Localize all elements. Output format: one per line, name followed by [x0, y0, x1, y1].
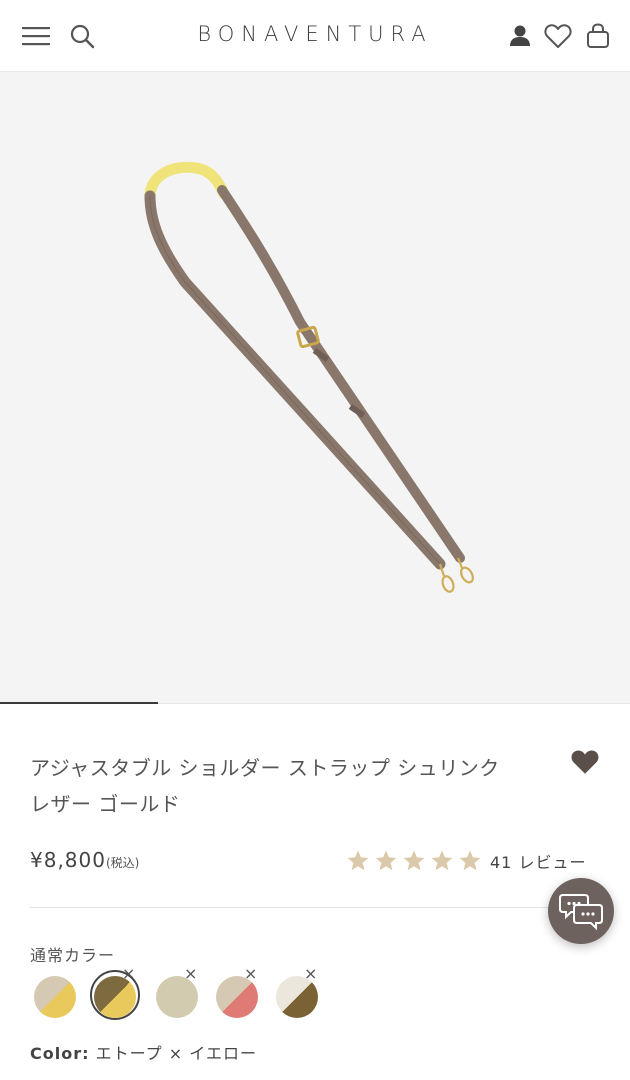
sold-out-x-icon: ×	[122, 964, 136, 983]
product-price: ¥8,800(税込)	[30, 848, 139, 872]
heart-icon[interactable]	[542, 20, 574, 52]
sold-out-x-icon: ×	[244, 964, 258, 983]
price-value: ¥8,800	[30, 848, 106, 872]
selected-color: Color: エトープ × イエロー	[30, 1040, 257, 1064]
chat-button[interactable]	[548, 878, 614, 944]
account-icon[interactable]	[504, 20, 536, 52]
star-icon	[403, 850, 425, 871]
star-icon	[375, 850, 397, 871]
color-section-label: 通常カラー	[30, 946, 116, 965]
sold-out-x-icon: ×	[184, 964, 198, 983]
shoulder-strap-image	[144, 161, 474, 593]
rating-stars	[346, 849, 486, 873]
bag-icon[interactable]	[582, 20, 614, 52]
star-icon	[459, 850, 481, 871]
selected-color-prefix: Color:	[30, 1044, 90, 1063]
selected-color-name: エトープ × イエロー	[95, 1044, 258, 1063]
tax-note: (税込)	[105, 856, 140, 870]
review-count: 41 レビュー	[490, 853, 587, 872]
divider	[30, 907, 600, 908]
product-title: アジャスタブル ショルダー ストラップ シュリンク レザー ゴールド	[30, 750, 550, 822]
sold-out-x-icon: ×	[304, 964, 318, 983]
star-icon	[347, 850, 369, 871]
gallery-progress-bar	[0, 702, 158, 704]
product-title-line1: アジャスタブル ショルダー ストラップ シュリンク	[30, 756, 500, 780]
star-icon	[431, 850, 453, 871]
rating-summary[interactable]: 41 レビュー	[346, 849, 586, 873]
color-swatch[interactable]	[34, 976, 76, 1018]
site-header: BONAVENTURA	[0, 0, 630, 72]
product-image[interactable]	[0, 72, 630, 704]
chat-bubbles-icon	[559, 894, 603, 931]
product-title-line2: レザー ゴールド	[30, 792, 181, 816]
favorite-heart-icon[interactable]	[570, 748, 602, 780]
